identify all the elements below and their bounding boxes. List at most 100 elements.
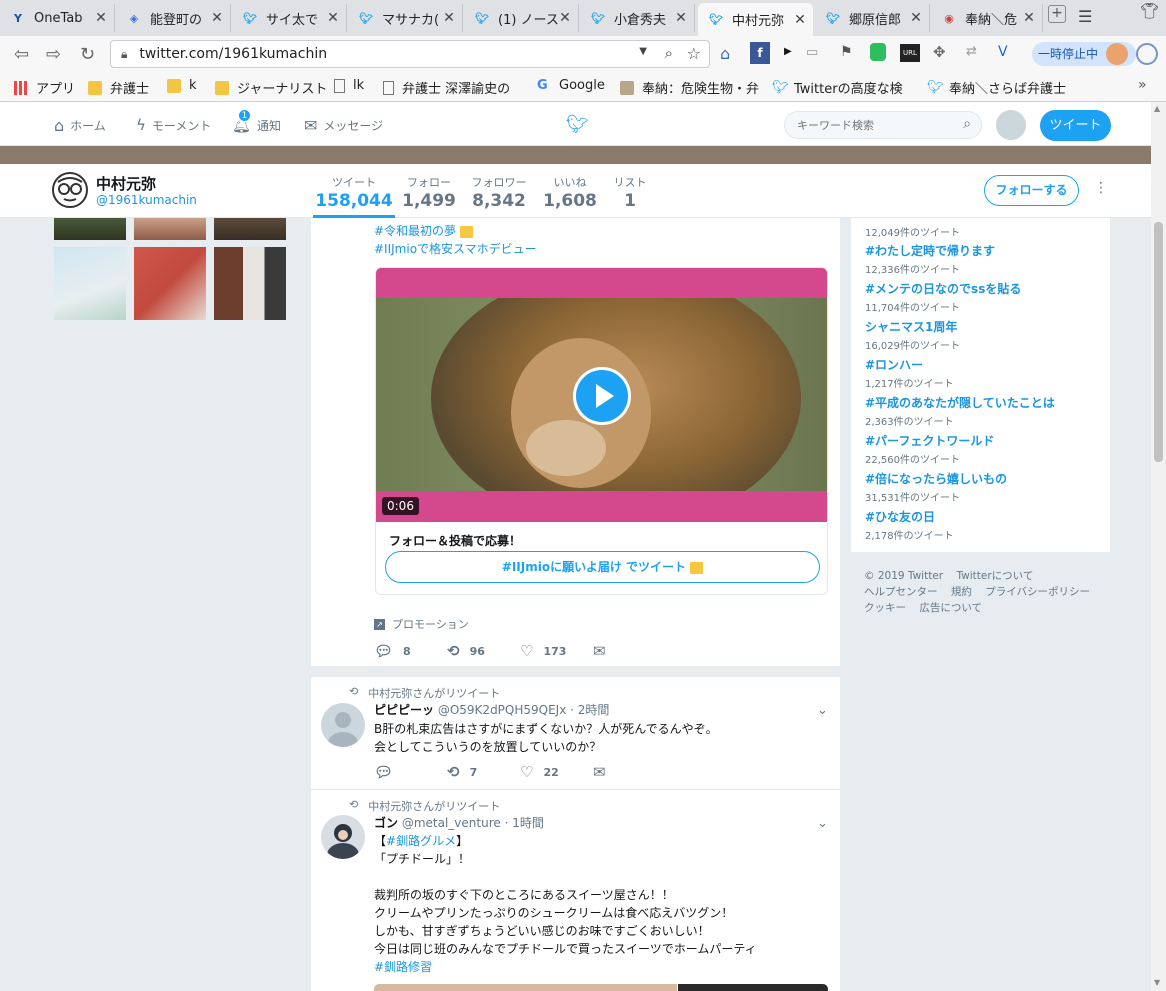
close-icon[interactable]: ✕ (326, 10, 340, 26)
footer-link[interactable]: 広告について (919, 602, 982, 614)
zoom-icon[interactable]: ⌕ (665, 44, 673, 62)
footer-link[interactable]: Twitterについて (956, 570, 1033, 582)
back-icon[interactable]: ⇦ (14, 44, 29, 65)
tab-noto[interactable]: ◈ 能登町の ✕ (116, 4, 231, 32)
bookmark-fukasawa[interactable]: 弁護士 深澤諭史の (383, 78, 510, 97)
vivaldi-icon[interactable]: V (998, 44, 1008, 60)
photo-thumbnail[interactable] (134, 247, 206, 320)
bookmark-folder-journalist[interactable]: ジャーナリスト (215, 78, 327, 97)
bookmark-folder-bengoshi[interactable]: 弁護士 (88, 78, 149, 97)
trend-item[interactable]: #倍になったら嬉しいもの 31,531件のツイート (865, 470, 1007, 504)
settings-icon[interactable] (1136, 43, 1158, 65)
close-icon[interactable]: ✕ (909, 10, 923, 26)
card-tweet-button[interactable]: #IIJmioに願いよ届け でツイート (385, 551, 820, 583)
tweet-author-name[interactable]: ピピピーッ (374, 703, 434, 717)
tab-twitter-3[interactable]: 🐦︎ サイ太で ✕ (232, 4, 347, 32)
tweet-time[interactable]: · 1時間 (505, 816, 544, 830)
trend-item[interactable]: シャニマス1周年 16,029件のツイート (865, 318, 960, 352)
avatar[interactable] (321, 703, 365, 747)
reply-action[interactable]: 💬︎ (374, 763, 403, 781)
close-icon[interactable]: ✕ (442, 10, 456, 26)
bookmark-google[interactable]: G Google (537, 78, 605, 93)
twitter-logo-icon[interactable]: 🐦︎ (566, 114, 589, 135)
trend-item[interactable]: #ひな友の日 2,178件のツイート (865, 508, 954, 542)
close-icon[interactable]: ✕ (793, 12, 807, 28)
promo-card[interactable]: 0:06 フォロー＆投稿で応募！ #IIJmioに願いよ届け でツイート (375, 267, 828, 595)
profile-handle[interactable]: @1961kumachin (96, 193, 197, 207)
stat-tweets[interactable]: ツイート 158,044 (313, 174, 395, 218)
photo-thumbnail[interactable] (214, 247, 286, 320)
trend-item[interactable]: #パーフェクトワールド 22,560件のツイート (865, 432, 994, 466)
evernote-icon[interactable] (870, 43, 886, 61)
search-icon[interactable]: ⌕ (963, 116, 971, 132)
tweet-author-handle[interactable]: @metal_venture (402, 816, 501, 830)
footer-link[interactable]: ヘルプセンター (864, 586, 938, 598)
profile-name[interactable]: 中村元弥 (96, 173, 156, 194)
avatar[interactable] (321, 815, 365, 859)
move-icon[interactable]: ✥ (933, 43, 946, 61)
stat-lists[interactable]: リスト 1 (610, 174, 650, 211)
tab-onetab[interactable]: Y OneTab ✕ (0, 4, 115, 32)
retweet-action[interactable]: ⟲ 7 (447, 763, 477, 781)
shirt-icon[interactable]: 👕︎ (1140, 2, 1159, 20)
footer-link[interactable]: 規約 (951, 586, 972, 598)
scroll-up-icon[interactable]: ▲ (1154, 104, 1160, 113)
new-tab-icon[interactable]: + (1048, 5, 1066, 23)
facebook-icon[interactable]: f (750, 42, 770, 64)
tweet[interactable]: ⟲ 中村元弥さんがリツイート ピピピーッ @O59K2dPQH59QEJx · … (311, 677, 840, 789)
like-action[interactable]: ♡ 173 (520, 642, 566, 660)
tweet-image[interactable] (374, 984, 677, 991)
retweeted-by[interactable]: 中村元弥さんがリツイート (368, 798, 500, 814)
hashtag-link[interactable]: #釧路グルメ (386, 834, 456, 848)
search-box[interactable]: ⌕ (784, 111, 982, 139)
photo-thumbnail[interactable] (54, 247, 126, 320)
stat-followers[interactable]: フォロワー 8,342 (468, 174, 530, 211)
tweet-image[interactable] (678, 984, 828, 991)
url-shortener-icon[interactable]: URL (900, 44, 920, 62)
nav-home[interactable]: ⌂ ホーム (54, 116, 106, 135)
photo-thumbnail[interactable] (214, 218, 286, 240)
stat-likes[interactable]: いいね 1,608 (542, 174, 598, 211)
hashtag-link[interactable]: #釧路修習 (374, 958, 757, 976)
nav-messages[interactable]: ✉ メッセージ (304, 116, 383, 135)
bookmark-hono-saraba[interactable]: 🐦︎ 奉納＼さらば弁護士 (927, 78, 1066, 97)
bookmark-folder-k[interactable]: k (167, 78, 197, 93)
video-player[interactable]: 0:06 (376, 268, 827, 522)
extension-icon[interactable]: ▭ (806, 45, 818, 60)
bookmark-apps[interactable]: アプリ (14, 78, 75, 97)
tab-twitter-4[interactable]: 🐦︎ マサナカ( ✕ (348, 4, 463, 32)
footer-link[interactable]: プライバシーポリシー (985, 586, 1090, 598)
trend-item[interactable]: 12,049件のツイート (865, 222, 960, 239)
dm-action[interactable]: ✉ (593, 642, 606, 660)
close-icon[interactable]: ✕ (558, 10, 572, 26)
tweet-button[interactable]: ツイート (1040, 110, 1111, 141)
retweet-action[interactable]: ⟲ 96 (447, 642, 485, 660)
close-icon[interactable]: ✕ (1022, 10, 1036, 26)
photo-thumbnail[interactable] (54, 218, 126, 240)
reply-action[interactable]: 💬︎ 8 (374, 642, 411, 660)
trend-item[interactable]: #メンテの日なのでssを貼る 11,704件のツイート (865, 280, 1021, 314)
profile-avatar[interactable] (52, 172, 88, 208)
tab-twitter-5[interactable]: 🐦︎ (1) ノース ✕ (464, 4, 579, 32)
stat-following[interactable]: フォロー 1,499 (400, 174, 458, 211)
close-icon[interactable]: ✕ (674, 10, 688, 26)
tab-list-icon[interactable]: ☰ (1078, 7, 1092, 26)
chevron-down-icon[interactable]: ⌄ (817, 816, 828, 831)
reload-icon[interactable]: ↻ (80, 44, 95, 65)
home-icon[interactable]: ⌂ (720, 44, 730, 63)
forward-icon[interactable]: ⇨ (46, 44, 61, 65)
profile-avatar-icon[interactable] (1106, 43, 1128, 65)
promo-hashtag-2[interactable]: #IIJmioで格安スマホデビュー (374, 240, 537, 257)
trend-item[interactable]: #わたし定時で帰ります 12,336件のツイート (865, 242, 995, 276)
bookmark-hono[interactable]: 奉納：危険生物・弁 (620, 78, 759, 97)
scrollbar-thumb[interactable] (1154, 222, 1163, 462)
play-small-icon[interactable]: ▶ (784, 46, 792, 57)
bookmark-lk[interactable]: lk (334, 78, 364, 93)
trend-item[interactable]: #平成のあなたが隠していたことは 2,363件のツイート (865, 394, 1055, 428)
follow-button[interactable]: フォローする (984, 175, 1079, 206)
retweeted-by[interactable]: 中村元弥さんがリツイート (368, 685, 500, 701)
more-bookmarks-icon[interactable]: » (1138, 77, 1147, 93)
dropdown-icon[interactable]: ▼ (639, 46, 647, 57)
scroll-down-icon[interactable]: ▼ (1154, 978, 1160, 987)
dm-action[interactable]: ✉ (593, 763, 606, 781)
